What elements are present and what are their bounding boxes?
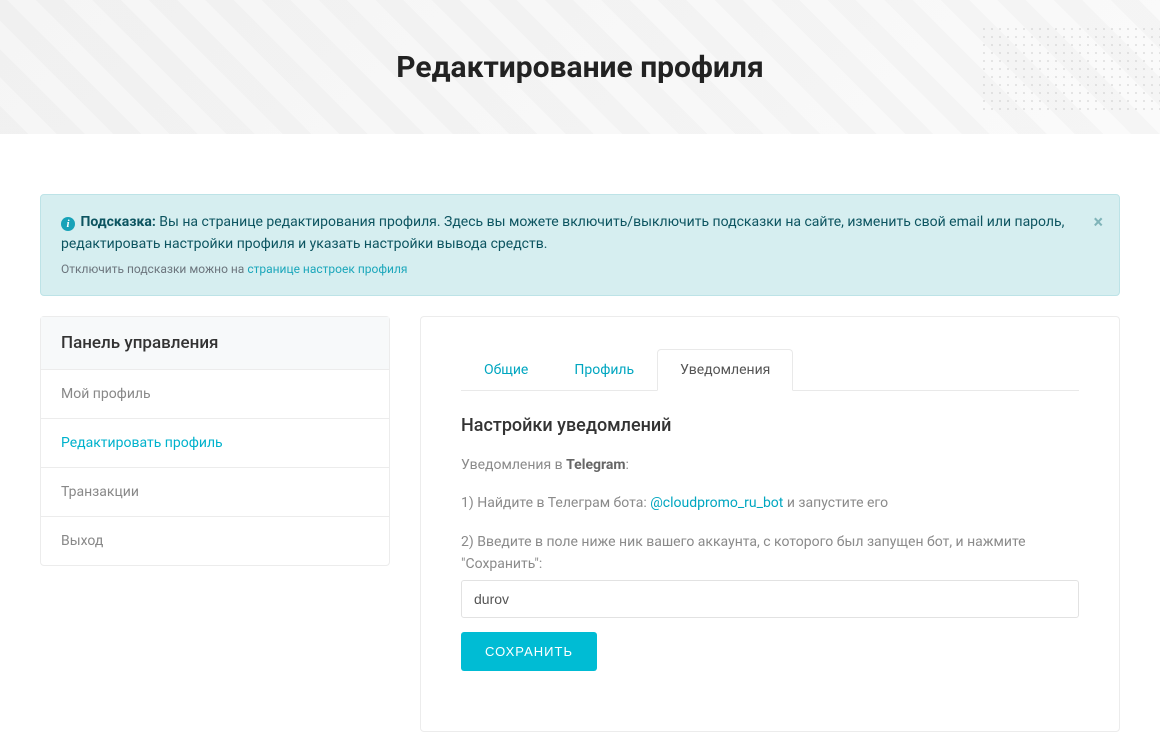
- sidebar-item-edit-profile[interactable]: Редактировать профиль: [41, 419, 389, 468]
- step1-pre: 1) Найдите в Телеграм бота:: [461, 495, 650, 511]
- hint-sub: Отключить подсказки можно на странице на…: [61, 260, 1069, 279]
- save-button[interactable]: СОХРАНИТЬ: [461, 632, 597, 671]
- sidebar: Панель управления Мой профиль Редактиров…: [40, 316, 390, 566]
- main-panel: Общие Профиль Уведомления Настройки увед…: [420, 316, 1120, 732]
- telegram-bot-link[interactable]: @cloudpromo_ru_bot: [650, 495, 783, 511]
- sidebar-item-transactions[interactable]: Транзакции: [41, 468, 389, 517]
- telegram-nick-input[interactable]: [461, 580, 1079, 618]
- close-icon[interactable]: ×: [1093, 209, 1103, 238]
- tab-notifications[interactable]: Уведомления: [657, 349, 793, 391]
- hint-sub-prefix: Отключить подсказки можно на: [61, 262, 247, 276]
- step1-post: и запустите его: [783, 495, 888, 511]
- telegram-line: Уведомления в Telegram:: [461, 454, 1079, 476]
- sidebar-item-logout[interactable]: Выход: [41, 517, 389, 565]
- step-1: 1) Найдите в Телеграм бота: @cloudpromo_…: [461, 492, 1079, 514]
- sidebar-item-profile[interactable]: Мой профиль: [41, 370, 389, 419]
- sidebar-title: Панель управления: [41, 317, 389, 370]
- info-icon: i: [61, 217, 75, 231]
- telegram-pre: Уведомления в: [461, 457, 566, 473]
- telegram-bold: Telegram: [566, 457, 625, 473]
- hint-settings-link[interactable]: странице настроек профиля: [247, 262, 407, 276]
- page-title: Редактирование профиля: [396, 50, 764, 85]
- hint-alert: × i Подсказка: Вы на странице редактиров…: [40, 194, 1120, 296]
- page-header: Редактирование профиля: [0, 0, 1160, 134]
- step-2: 2) Введите в поле ниже ник вашего аккаун…: [461, 531, 1079, 576]
- section-title: Настройки уведомлений: [461, 415, 1079, 436]
- telegram-post: :: [626, 457, 629, 473]
- tab-general[interactable]: Общие: [461, 349, 551, 391]
- decor-dots: [980, 25, 1160, 115]
- hint-label: Подсказка:: [80, 214, 155, 230]
- tab-profile[interactable]: Профиль: [551, 349, 657, 391]
- tabs: Общие Профиль Уведомления: [461, 349, 1079, 391]
- hint-text: Вы на странице редактирования профиля. З…: [61, 214, 1064, 252]
